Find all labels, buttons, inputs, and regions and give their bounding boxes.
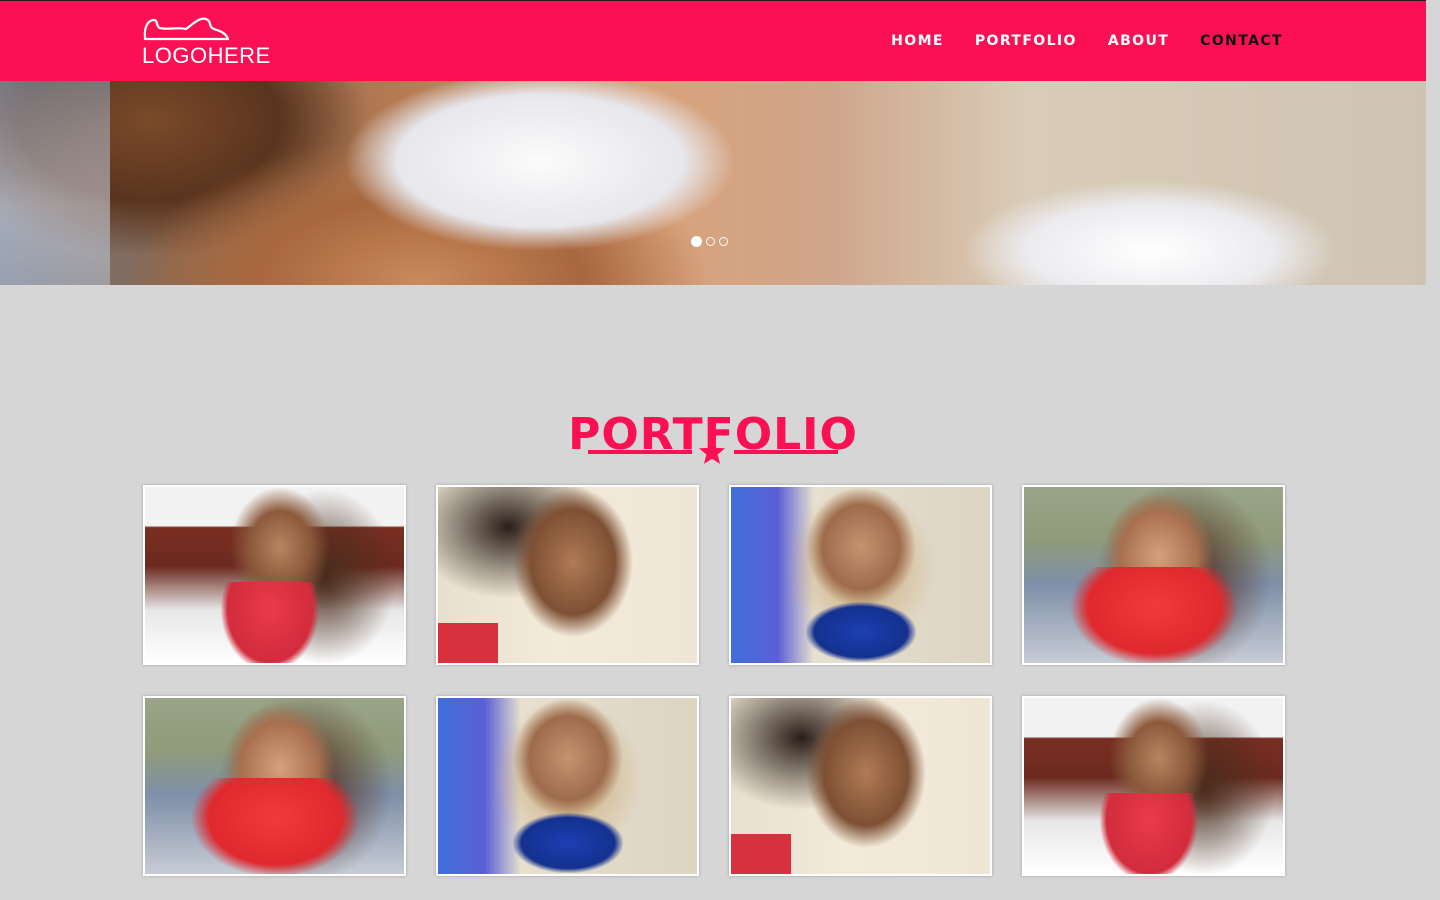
slider-dots — [691, 236, 728, 247]
portfolio-thumbnail[interactable] — [143, 696, 406, 876]
logo-text: LOGOHERE — [142, 43, 271, 68]
portfolio-thumbnail[interactable] — [436, 485, 699, 665]
divider-line-right — [734, 450, 838, 454]
nav-contact[interactable]: CONTACT — [1200, 33, 1283, 49]
portfolio-thumbnail[interactable] — [436, 696, 699, 876]
portfolio-thumbnail[interactable] — [143, 485, 406, 665]
main-nav: HOME PORTFOLIO ABOUT CONTACT — [891, 33, 1283, 49]
hero-slider — [0, 81, 1426, 285]
star-icon — [699, 438, 725, 464]
portfolio-thumbnail[interactable] — [729, 696, 992, 876]
logo[interactable]: LOGOHERE — [142, 15, 270, 70]
slider-dot-1[interactable] — [691, 236, 702, 247]
logo-silhouette-icon — [143, 17, 230, 41]
nav-portfolio[interactable]: PORTFOLIO — [975, 33, 1077, 49]
nav-about[interactable]: ABOUT — [1108, 33, 1169, 49]
portfolio-thumbnail[interactable] — [1022, 485, 1285, 665]
portfolio-grid — [143, 485, 1285, 876]
hero-image — [0, 81, 110, 285]
divider-line-left — [588, 450, 692, 454]
slider-dot-3[interactable] — [719, 237, 728, 246]
portfolio-thumbnail[interactable] — [729, 485, 992, 665]
nav-home[interactable]: HOME — [891, 33, 944, 49]
slider-dot-2[interactable] — [706, 237, 715, 246]
top-navbar: LOGOHERE HOME PORTFOLIO ABOUT CONTACT — [0, 0, 1426, 81]
title-divider — [588, 437, 838, 467]
portfolio-thumbnail[interactable] — [1022, 696, 1285, 876]
